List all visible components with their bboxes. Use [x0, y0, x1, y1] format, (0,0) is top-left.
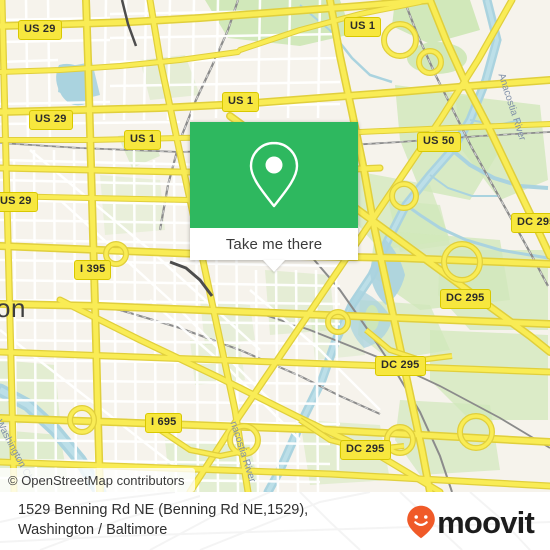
road-shield: US 1: [222, 92, 260, 112]
road-shield: DC 295: [340, 440, 391, 460]
attribution-text: © OpenStreetMap contributors: [8, 472, 185, 488]
road-shield: US 50: [417, 132, 461, 152]
road-shield: US 29: [29, 110, 73, 130]
address-line-1: 1529 Benning Rd NE (Benning Rd NE,1529),: [18, 502, 309, 518]
road-shield: US 1: [344, 17, 382, 37]
map-attribution[interactable]: © OpenStreetMap contributors: [0, 468, 195, 492]
popup-card-header: [190, 122, 358, 228]
map-pin-icon: [249, 141, 299, 208]
road-shield: US 29: [18, 20, 62, 40]
location-popup-card[interactable]: Take me there: [190, 122, 358, 272]
popup-card-footer[interactable]: Take me there: [190, 228, 358, 260]
road-shield: DC 295: [511, 213, 550, 233]
address-line-2: Washington / Baltimore: [18, 522, 168, 538]
footer-bar: 1529 Benning Rd NE (Benning Rd NE,1529),…: [0, 492, 550, 550]
moovit-logo[interactable]: moovit: [406, 504, 535, 540]
moovit-pin-smiley-icon: [407, 505, 435, 539]
map-canvas[interactable]: US 29 US 1 US 1 US 29 US 1 US 50 US 29 D…: [0, 0, 550, 492]
road-shield: DC 295: [440, 289, 491, 309]
take-me-there-label: Take me there: [225, 235, 323, 253]
moovit-wordmark: moovit: [437, 504, 535, 540]
location-address: 1529 Benning Rd NE (Benning Rd NE,1529),…: [18, 500, 388, 540]
popup-card-tail: [263, 260, 285, 272]
road-shield: DC 295: [375, 356, 426, 376]
road-shield: I 695: [145, 413, 183, 433]
road-shield: US 29: [0, 192, 38, 212]
moovit-map-screenshot: US 29 US 1 US 1 US 29 US 1 US 50 US 29 D…: [0, 0, 550, 550]
road-shield: I 395: [74, 260, 112, 280]
road-shield: US 1: [124, 130, 162, 150]
